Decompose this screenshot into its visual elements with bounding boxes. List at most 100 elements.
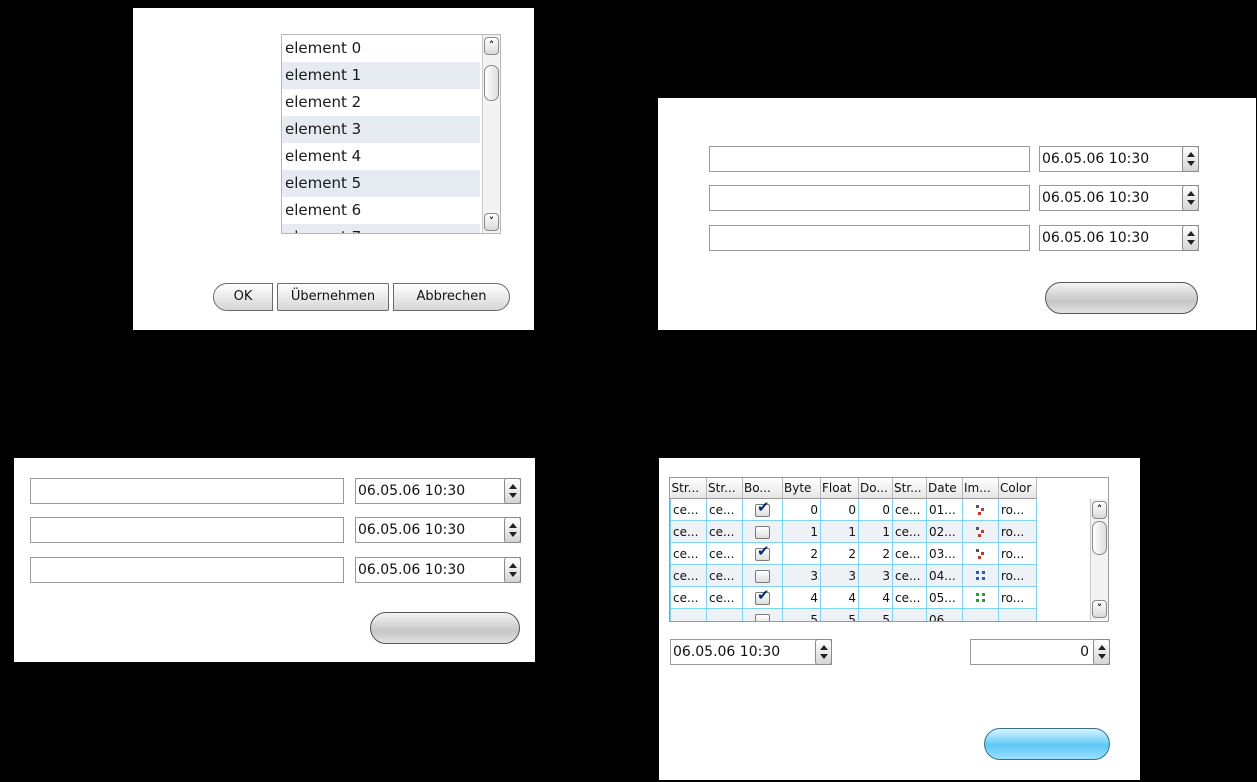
- table-row[interactable]: 5 5 5 06...: [670, 608, 1037, 621]
- list-item[interactable]: element 4: [282, 143, 480, 170]
- table-cell[interactable]: 3: [820, 564, 859, 587]
- table-cell[interactable]: ce...: [892, 498, 927, 521]
- table-cell[interactable]: 0: [820, 498, 859, 521]
- table-cell[interactable]: 4: [782, 586, 821, 609]
- table-cell[interactable]: [742, 542, 783, 565]
- text-field-3[interactable]: [30, 557, 344, 583]
- table-cell[interactable]: ce...: [892, 586, 927, 609]
- spinner-arrows-icon[interactable]: [815, 639, 832, 665]
- table-cell[interactable]: ro...: [998, 520, 1037, 543]
- list-item[interactable]: element 5: [282, 170, 480, 197]
- table-cell[interactable]: [962, 520, 999, 543]
- table-row[interactable]: ce... ce... 1 1 1 ce... 02... ro...: [670, 520, 1037, 543]
- table-cell[interactable]: 0: [858, 498, 893, 521]
- scroll-down-button[interactable]: ˅: [484, 213, 499, 231]
- table-cell[interactable]: [742, 608, 783, 621]
- table-cell[interactable]: 4: [858, 586, 893, 609]
- list-item[interactable]: element 1: [282, 62, 480, 89]
- table-cell[interactable]: 2: [820, 542, 859, 565]
- table-cell[interactable]: 3: [858, 564, 893, 587]
- table-cell[interactable]: ce...: [706, 542, 743, 565]
- list-item[interactable]: element 2: [282, 89, 480, 116]
- spinner-arrows-icon[interactable]: [1182, 225, 1199, 251]
- spinner-arrows-icon[interactable]: [504, 517, 521, 543]
- cancel-button[interactable]: Abbrechen: [393, 283, 510, 311]
- table-cell[interactable]: ce...: [670, 520, 707, 543]
- date-spinner-2[interactable]: 06.05.06 10:30: [1039, 185, 1199, 211]
- table-cell[interactable]: 0: [782, 498, 821, 521]
- scroll-thumb[interactable]: [1092, 521, 1107, 555]
- checkbox[interactable]: [755, 588, 770, 605]
- spinner-arrows-icon[interactable]: [1182, 185, 1199, 211]
- table-cell[interactable]: [742, 498, 783, 521]
- list-vertical-scrollbar[interactable]: ˄ ˅: [482, 35, 500, 233]
- scroll-up-button[interactable]: ˄: [484, 37, 499, 55]
- table-cell[interactable]: ce...: [892, 542, 927, 565]
- table-cell[interactable]: 3: [782, 564, 821, 587]
- table-row[interactable]: ce... ce... 3 3 3 ce... 04... ro...: [670, 564, 1037, 587]
- table-cell[interactable]: 2: [782, 542, 821, 565]
- text-field-3[interactable]: [709, 225, 1030, 251]
- checkbox[interactable]: [755, 569, 770, 583]
- table-cell[interactable]: 5: [858, 608, 893, 621]
- column-header[interactable]: Do...: [858, 478, 893, 499]
- element-list[interactable]: element 0 element 1 element 2 element 3 elem…: [281, 34, 501, 234]
- action-button[interactable]: [984, 728, 1110, 760]
- text-field-1[interactable]: [709, 146, 1030, 172]
- table-cell[interactable]: ro...: [998, 542, 1037, 565]
- list-item[interactable]: element 7: [282, 224, 480, 233]
- date-spinner-1[interactable]: 06.05.06 10:30: [1039, 146, 1199, 172]
- table-cell[interactable]: 01...: [926, 498, 963, 521]
- spinner-arrows-icon[interactable]: [1093, 639, 1110, 665]
- table-cell[interactable]: ce...: [670, 542, 707, 565]
- date-spinner-3[interactable]: 06.05.06 10:30: [1039, 225, 1199, 251]
- table-cell[interactable]: 06...: [926, 608, 963, 621]
- table-cell[interactable]: 2: [858, 542, 893, 565]
- table-cell[interactable]: ro...: [998, 586, 1037, 609]
- table-cell[interactable]: [670, 608, 707, 621]
- table-cell[interactable]: ce...: [706, 586, 743, 609]
- table-cell[interactable]: [962, 498, 999, 521]
- text-field-2[interactable]: [709, 185, 1030, 211]
- checkbox[interactable]: [755, 525, 770, 539]
- table-cell[interactable]: [962, 564, 999, 587]
- table-row[interactable]: ce...ce...000ce...01...ro...: [670, 498, 1037, 521]
- table-cell[interactable]: 02...: [926, 520, 963, 543]
- table-cell[interactable]: [706, 608, 743, 621]
- table-cell[interactable]: ce...: [892, 564, 927, 587]
- date-spinner-1[interactable]: 06.05.06 10:30: [355, 478, 521, 504]
- column-header[interactable]: Date: [926, 478, 963, 499]
- text-field-2[interactable]: [30, 517, 344, 543]
- date-spinner-2[interactable]: 06.05.06 10:30: [355, 517, 521, 543]
- table-cell[interactable]: ro...: [998, 564, 1037, 587]
- column-header[interactable]: Str...: [892, 478, 927, 499]
- table-cell[interactable]: [892, 608, 927, 621]
- spinner-arrows-icon[interactable]: [1182, 146, 1199, 172]
- table-cell[interactable]: [742, 564, 783, 587]
- action-button[interactable]: [370, 612, 520, 644]
- spinner-arrows-icon[interactable]: [504, 557, 521, 583]
- checkbox[interactable]: [755, 613, 770, 621]
- column-header[interactable]: Float: [820, 478, 859, 499]
- table-cell[interactable]: ce...: [706, 520, 743, 543]
- column-header[interactable]: Byte: [782, 478, 821, 499]
- data-table[interactable]: Str... Str... Bo... Byte Float Do... Str... Dat…: [669, 477, 1109, 622]
- table-vertical-scrollbar[interactable]: ˄ ˅: [1090, 499, 1108, 620]
- table-cell[interactable]: ro...: [998, 498, 1037, 521]
- table-cell[interactable]: 1: [858, 520, 893, 543]
- apply-button[interactable]: Übernehmen: [277, 283, 389, 311]
- table-cell[interactable]: ce...: [670, 564, 707, 587]
- list-item[interactable]: element 0: [282, 35, 480, 62]
- spinner-arrows-icon[interactable]: [504, 478, 521, 504]
- scroll-thumb[interactable]: [484, 65, 499, 101]
- table-cell[interactable]: [742, 586, 783, 609]
- column-header[interactable]: Bo...: [742, 478, 783, 499]
- table-cell[interactable]: ce...: [892, 520, 927, 543]
- table-row[interactable]: ce...ce...222ce...03...ro...: [670, 542, 1037, 565]
- table-cell[interactable]: ce...: [706, 498, 743, 521]
- table-cell[interactable]: 04...: [926, 564, 963, 587]
- table-cell[interactable]: 1: [820, 520, 859, 543]
- checkbox[interactable]: [755, 500, 770, 517]
- scroll-up-button[interactable]: ˄: [1092, 501, 1107, 519]
- table-cell[interactable]: 03...: [926, 542, 963, 565]
